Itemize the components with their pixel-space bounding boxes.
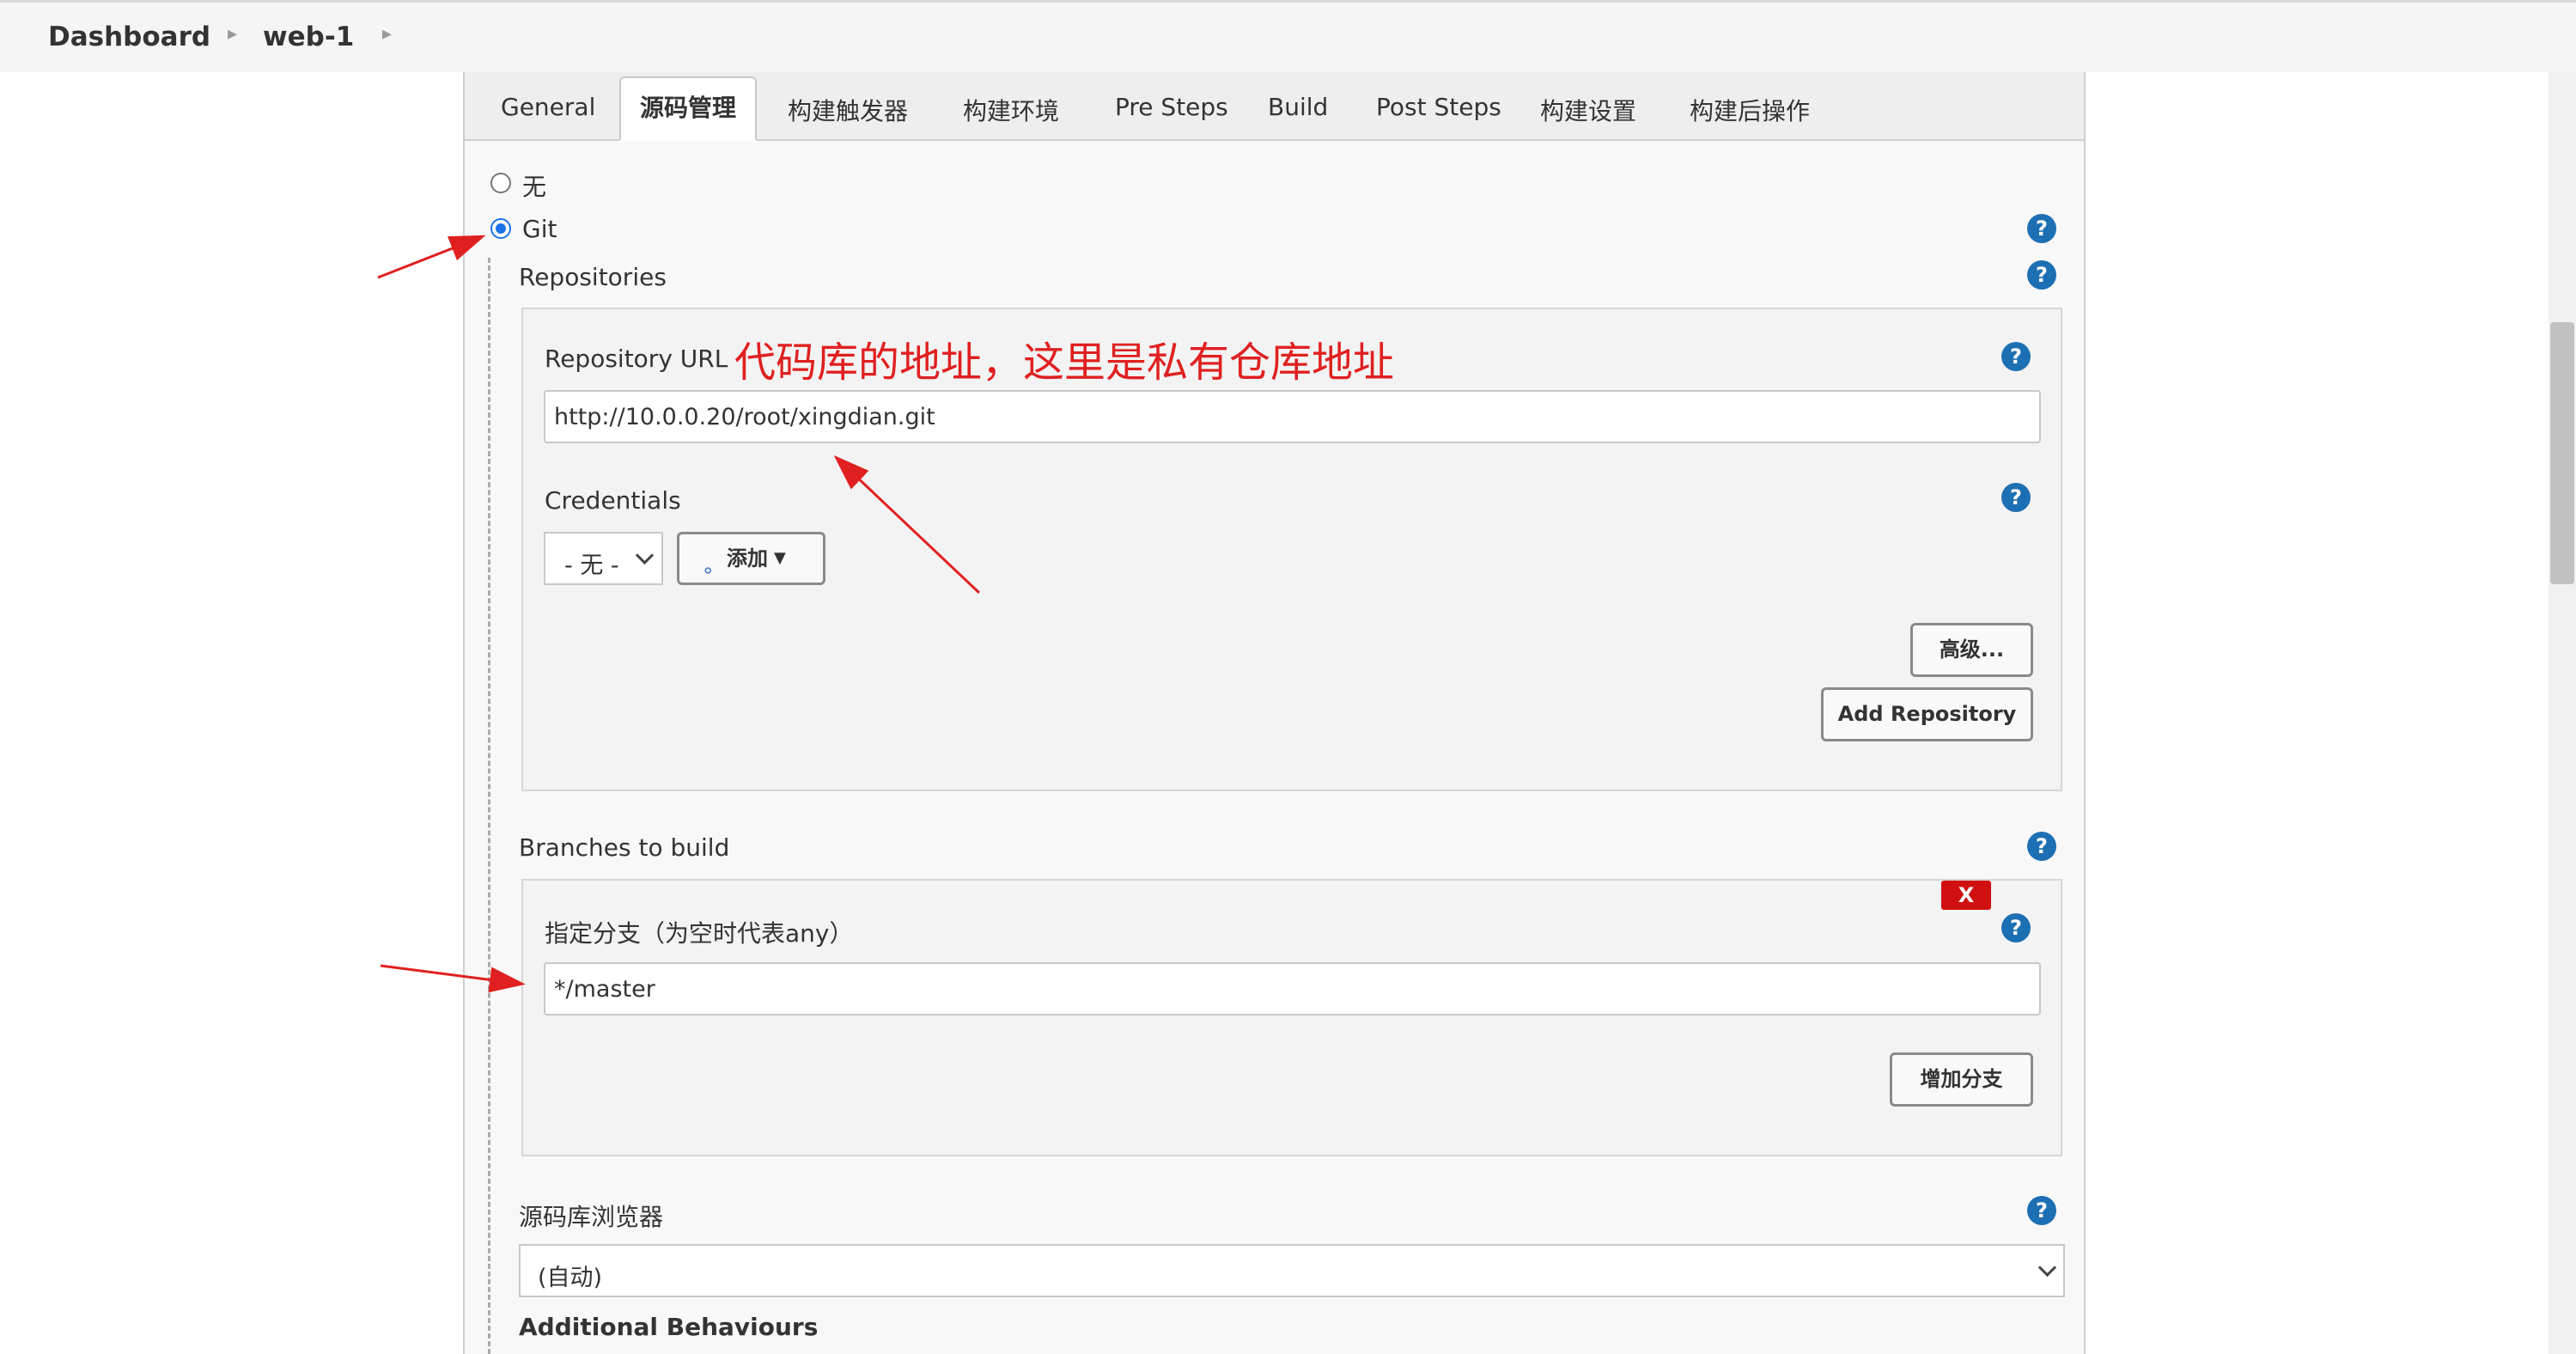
arrow-to-git-radio bbox=[377, 235, 486, 279]
annotation-arrows bbox=[377, 235, 981, 993]
arrow-to-branch-input bbox=[380, 964, 526, 993]
arrow-to-repo-url bbox=[833, 454, 981, 595]
